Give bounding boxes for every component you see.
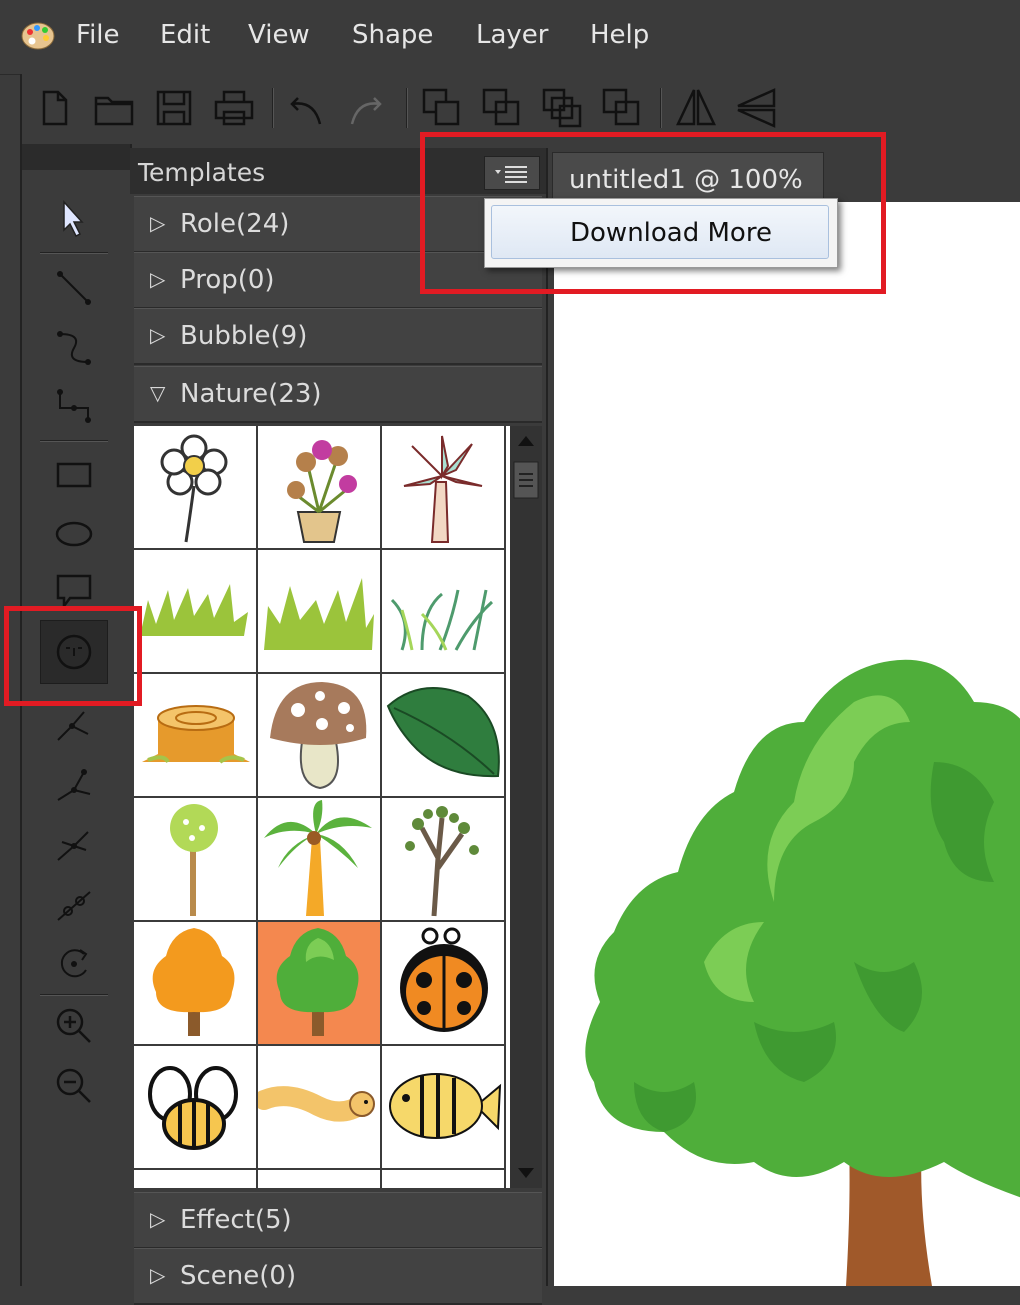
collapsed-arrow-icon: ▷: [150, 323, 166, 347]
ladybug-icon: [400, 927, 488, 1032]
bring-forward-icon[interactable]: [480, 86, 524, 130]
template-leaf[interactable]: [380, 672, 506, 798]
rotate-tool-icon[interactable]: [52, 942, 96, 986]
menu-shape[interactable]: Shape: [352, 20, 433, 50]
category-label: Bubble(9): [180, 321, 308, 351]
undo-icon[interactable]: [284, 86, 328, 130]
bee-icon: [148, 1066, 238, 1150]
template-grass-2[interactable]: [256, 548, 382, 674]
grid-scrollbar[interactable]: [510, 426, 542, 1188]
template-bee[interactable]: [134, 1044, 258, 1170]
template-orange-tree[interactable]: [134, 920, 258, 1046]
menubar: File Edit View Shape Layer Help: [0, 0, 1020, 75]
category-label: Scene(0): [180, 1261, 297, 1291]
template-round-tree[interactable]: [134, 796, 258, 922]
template-flower[interactable]: [134, 426, 258, 550]
new-file-icon[interactable]: [32, 86, 76, 130]
send-back-icon[interactable]: [600, 86, 644, 130]
fish-icon: [389, 1073, 502, 1139]
template-bare-tree[interactable]: [380, 796, 506, 922]
menu-view[interactable]: View: [248, 20, 310, 50]
flip-horizontal-icon[interactable]: [674, 86, 718, 130]
curve-tool-icon[interactable]: [52, 326, 96, 370]
template-grass-1[interactable]: [134, 548, 258, 674]
expanded-arrow-icon: ▽: [150, 381, 166, 405]
category-label: Nature(23): [180, 379, 322, 409]
save-icon[interactable]: [152, 86, 196, 130]
palm-tree-icon: [264, 800, 372, 916]
redo-icon[interactable]: [344, 86, 388, 130]
template-green-tree-selected[interactable]: [256, 920, 382, 1046]
template-grass-3[interactable]: [380, 548, 506, 674]
round-tree-icon: [170, 804, 218, 916]
menu-file[interactable]: File: [76, 20, 120, 50]
green-tree-icon: [276, 928, 359, 1036]
category-label: Prop(0): [180, 265, 275, 295]
flip-vertical-icon[interactable]: [734, 86, 778, 130]
grass-icon: [390, 589, 494, 651]
template-fish[interactable]: [380, 1044, 506, 1170]
template-potted-flowers[interactable]: [256, 426, 382, 550]
orange-tree-icon: [152, 928, 235, 1036]
tree-stump-icon: [142, 705, 250, 764]
category-label: Role(24): [180, 209, 290, 239]
node-delete-icon[interactable]: [52, 824, 96, 868]
category-label: Effect(5): [180, 1205, 292, 1235]
print-icon[interactable]: [212, 86, 256, 130]
template-mushroom[interactable]: [256, 672, 382, 798]
node-edit-icon[interactable]: [52, 764, 96, 808]
rectangle-tool-icon[interactable]: [52, 454, 96, 498]
app-palette-icon: [21, 22, 55, 50]
node-add-icon[interactable]: [52, 704, 96, 748]
grass-icon: [264, 578, 374, 650]
category-nature[interactable]: ▽ Nature(23): [134, 366, 542, 423]
send-backward-icon[interactable]: [540, 86, 584, 130]
panel-title: Templates: [138, 158, 266, 187]
bare-tree-icon: [405, 806, 479, 917]
highlight-box-tool: [4, 606, 142, 706]
template-partial-3[interactable]: [380, 1168, 506, 1188]
zoom-out-icon[interactable]: [52, 1064, 96, 1108]
menu-edit[interactable]: Edit: [160, 20, 210, 50]
select-arrow-icon[interactable]: [52, 196, 96, 240]
collapsed-arrow-icon: ▷: [150, 1207, 166, 1231]
category-scene[interactable]: ▷ Scene(0): [134, 1248, 542, 1305]
palm-bush-icon: [403, 435, 483, 543]
collapsed-arrow-icon: ▷: [150, 1263, 166, 1287]
template-caterpillar[interactable]: [256, 1044, 382, 1170]
drawing-canvas[interactable]: [554, 202, 1020, 1286]
collapsed-arrow-icon: ▷: [150, 211, 166, 235]
template-tree-stump[interactable]: [134, 672, 258, 798]
template-partial-2[interactable]: [256, 1168, 382, 1188]
potted-flowers-icon: [287, 440, 357, 543]
category-effect[interactable]: ▷ Effect(5): [134, 1192, 542, 1249]
highlight-box-menu: [420, 132, 886, 294]
template-ladybug[interactable]: [380, 920, 506, 1046]
template-palm-tree[interactable]: [256, 796, 382, 922]
menu-help[interactable]: Help: [590, 20, 649, 50]
connector-tool-icon[interactable]: [52, 384, 96, 428]
node-split-icon[interactable]: [52, 884, 96, 928]
canvas-tree-image: [585, 659, 1020, 1286]
ellipse-tool-icon[interactable]: [52, 512, 96, 556]
leaf-icon: [386, 687, 500, 778]
open-folder-icon[interactable]: [92, 86, 136, 130]
bring-front-icon[interactable]: [420, 86, 464, 130]
caterpillar-icon: [258, 1086, 375, 1122]
line-tool-icon[interactable]: [52, 266, 96, 310]
zoom-in-icon[interactable]: [52, 1004, 96, 1048]
template-palm-bush[interactable]: [380, 426, 506, 550]
menu-layer[interactable]: Layer: [476, 20, 549, 50]
templates-panel: Templates ▷ Role(24) ▷ Prop(0) ▷ Bubble(…: [130, 148, 548, 1305]
nature-template-grid: [134, 426, 510, 1188]
flower-icon: [160, 434, 228, 543]
collapsed-arrow-icon: ▷: [150, 267, 166, 291]
mushroom-icon: [270, 682, 367, 790]
grass-icon: [140, 584, 248, 636]
template-partial-1[interactable]: [134, 1168, 258, 1188]
category-bubble[interactable]: ▷ Bubble(9): [134, 308, 542, 365]
tool-palette: [20, 144, 132, 1286]
